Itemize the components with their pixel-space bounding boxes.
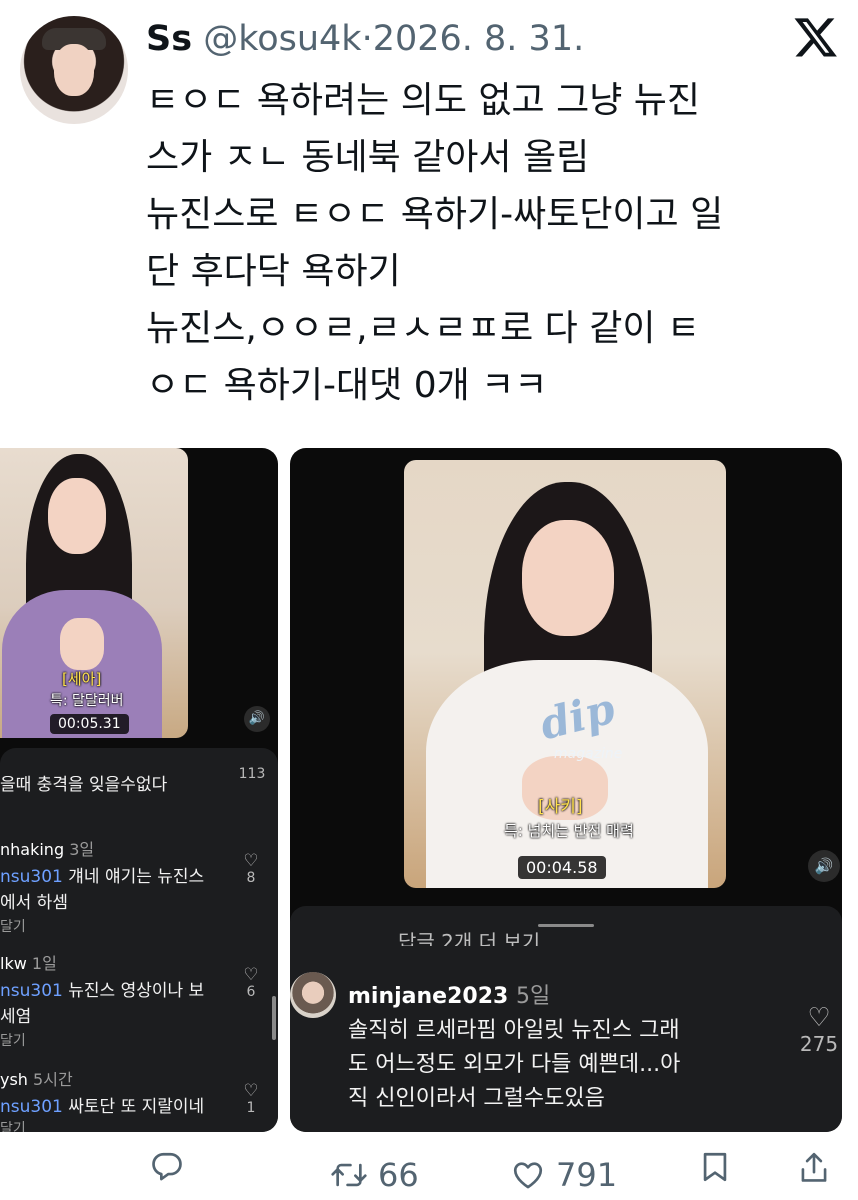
view-more-replies[interactable]: 답글 2개 더 보기 [398, 932, 540, 946]
reply-link[interactable]: 달기 [0, 1030, 26, 1050]
reply-link[interactable]: 달기 [0, 1118, 26, 1132]
tweet-line: ㅇㄷ 욕하기-대댓 0개 ㅋㅋ [146, 365, 548, 406]
comment-line: 솔직히 르세라핌 아일릿 뉴진스 그래 [348, 1018, 680, 1043]
like-icon [513, 1162, 543, 1189]
mention-link[interactable]: nsu301 [0, 981, 63, 1001]
display-name[interactable]: Ss [146, 19, 192, 59]
heart-icon: ♡ [243, 851, 259, 871]
bookmark-icon [703, 1152, 727, 1182]
mention-link[interactable]: nsu301 [0, 867, 63, 887]
username[interactable]: nhaking [0, 840, 64, 859]
tweet-line: 스가 ㅈㄴ 동네북 같아서 올림 [146, 137, 590, 178]
mention-link[interactable]: nsu301 [0, 1097, 63, 1117]
comment-username[interactable]: lkw 1일 [0, 950, 57, 974]
comment-text: 에서 하셈 [0, 893, 68, 913]
comment-age: 5일 [516, 984, 551, 1009]
comment-line: 도 어느정도 외모가 다들 예쁜데...아 [348, 1052, 681, 1077]
comment-age: 3일 [69, 840, 95, 859]
x-logo-icon[interactable] [793, 14, 839, 60]
comments-sheet: 을때 충격을 잊을수없다 113 nhaking 3일 nsu301 걔네 얘기… [0, 748, 278, 1132]
username[interactable]: lkw [0, 954, 27, 973]
comment-age: 1일 [31, 954, 57, 973]
comment-username[interactable]: minjane2023 5일 [348, 978, 550, 1010]
comment-body: 뉴진스 영상이나 보 [62, 981, 205, 1001]
video-timecode: 00:04.58 [518, 856, 606, 879]
like-count: 6 [246, 984, 256, 1000]
share-button[interactable] [798, 1150, 830, 1186]
retweet-count: 66 [378, 1156, 419, 1194]
video-thumbnail-left[interactable]: [세아] 특: 달달러버 00:05.31 [0, 448, 188, 738]
comment-text: 을때 충격을 잊을수없다 [0, 775, 168, 795]
comment-like[interactable]: ♡ 275 [796, 1004, 842, 1056]
commenter-avatar[interactable] [290, 972, 336, 1018]
comment-like[interactable]: ♡ 1 [241, 1082, 261, 1116]
tweet-action-bar: 66 791 [0, 1150, 858, 1200]
like-button[interactable]: 791 [510, 1150, 617, 1200]
comment-body: 싸토단 또 지랄이네 [62, 1097, 205, 1117]
comment-like[interactable]: ♡ 6 [241, 966, 261, 1000]
username[interactable]: minjane2023 [348, 984, 508, 1009]
caption-name: [사키] [538, 797, 583, 817]
tweet-line: 뉴진스로 ㅌㅇㄷ 욕하기-싸토단이고 일 [146, 194, 724, 235]
header-separator: · [361, 19, 373, 59]
like-count: 1 [246, 1100, 256, 1116]
scrollbar[interactable] [272, 996, 276, 1040]
media-image-right[interactable]: dip magazine [사키] 특: 넘치는 반전 매력 00:04.58 … [290, 448, 842, 1132]
caption-name: [세아] [62, 670, 102, 688]
post-date[interactable]: 2026. 8. 31. [373, 19, 585, 59]
comment-text: nsu301 뉴진스 영상이나 보 [0, 976, 204, 1001]
comment-body: 걔네 얘기는 뉴진스 [62, 867, 205, 887]
tweet-line: ㅌㅇㄷ 욕하려는 의도 없고 그냥 뉴진 [146, 80, 701, 121]
sound-icon[interactable]: 🔊 [808, 850, 840, 882]
username[interactable]: ysh [0, 1070, 28, 1089]
reply-button[interactable] [150, 1150, 194, 1184]
author-avatar[interactable] [20, 16, 128, 124]
comment-like[interactable]: ♡ 8 [241, 852, 261, 886]
sheet-drag-handle[interactable] [538, 924, 594, 927]
comment-text: 세염 [0, 1007, 32, 1027]
comment-text: nsu301 걔네 얘기는 뉴진스 [0, 862, 204, 887]
comment-age: 5시간 [33, 1070, 73, 1089]
comment-text: nsu301 싸토단 또 지랄이네 [0, 1092, 204, 1117]
bookmark-button[interactable] [700, 1150, 730, 1184]
comment-username[interactable]: ysh 5시간 [0, 1066, 73, 1090]
heart-icon: ♡ [243, 965, 259, 985]
heart-icon: ♡ [243, 1081, 259, 1101]
sound-icon[interactable]: 🔊 [244, 706, 270, 732]
media-image-left[interactable]: [세아] 특: 달달러버 00:05.31 🔊 을때 충격을 잊을수없다 113… [0, 448, 278, 1132]
reply-link[interactable]: 달기 [0, 916, 26, 936]
comment-line: 직 신인이라서 그럴수도있음 [348, 1086, 605, 1111]
retweet-icon [331, 1163, 367, 1187]
comment-username[interactable]: nhaking 3일 [0, 836, 94, 860]
comment-like-count: 113 [238, 766, 266, 782]
comments-sheet: 답글 2개 더 보기 minjane2023 5일 솔직히 르세라핌 아일릿 뉴… [290, 906, 842, 1132]
video-timecode: 00:05.31 [50, 714, 129, 734]
like-count: 8 [246, 870, 256, 886]
comment-body: 솔직히 르세라핌 아일릿 뉴진스 그래 도 어느정도 외모가 다들 예쁜데...… [348, 1014, 778, 1116]
video-thumbnail-right[interactable]: dip magazine [사키] 특: 넘치는 반전 매력 00:04.58 [404, 460, 726, 888]
tweet-line: 단 후다닥 욕하기 [146, 251, 401, 292]
like-count: 275 [799, 1032, 839, 1056]
comment: minjane2023 5일 솔직히 르세라핌 아일릿 뉴진스 그래 도 어느정… [290, 972, 842, 1132]
tweet-text: ㅌㅇㄷ 욕하려는 의도 없고 그냥 뉴진 스가 ㅈㄴ 동네북 같아서 올림 뉴진… [146, 72, 846, 414]
caption-description: 특: 넘치는 반전 매력 [504, 822, 634, 840]
caption-description: 특: 달달러버 [50, 693, 124, 709]
avatar-face [54, 44, 94, 96]
share-icon [801, 1152, 827, 1182]
tweet-line: 뉴진스,ㅇㅇㄹ,ㄹㅅㄹㅍ로 다 같이 ㅌ [146, 308, 701, 349]
user-handle[interactable]: @kosu4k [203, 19, 361, 59]
tweet-header: Ss @kosu4k·2026. 8. 31. [146, 14, 584, 64]
retweet-button[interactable]: 66 [330, 1150, 419, 1200]
heart-icon: ♡ [807, 1003, 831, 1033]
logo-subtext: magazine [554, 746, 623, 762]
reply-icon [152, 1152, 182, 1181]
like-count: 791 [556, 1156, 618, 1194]
